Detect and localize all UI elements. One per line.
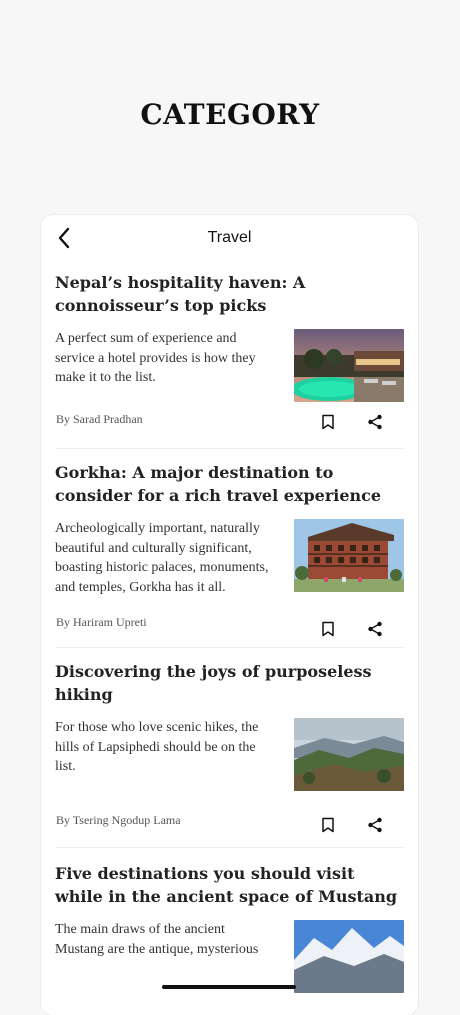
- article-item[interactable]: Five destinations you should visit while…: [55, 848, 404, 993]
- article-title[interactable]: Discovering the joys of purposeless hiki…: [55, 660, 404, 706]
- hills-landscape-photo[interactable]: [294, 718, 404, 791]
- article-author: By Hariram Upreti: [56, 615, 147, 629]
- home-indicator: [162, 985, 296, 989]
- bookmark-icon[interactable]: [321, 817, 335, 833]
- article-item[interactable]: Discovering the joys of purposeless hiki…: [55, 648, 404, 848]
- article-title[interactable]: Gorkha: A major destination to consider …: [55, 461, 404, 507]
- share-icon[interactable]: [367, 414, 383, 430]
- share-icon[interactable]: [367, 817, 383, 833]
- article-item[interactable]: Gorkha: A major destination to consider …: [55, 449, 404, 648]
- page-title: CATEGORY: [140, 98, 320, 131]
- bookmark-icon[interactable]: [321, 414, 335, 430]
- historic-palace-photo[interactable]: [294, 519, 404, 592]
- article-excerpt: The main draws of the ancient Mustang ar…: [55, 922, 259, 957]
- article-title[interactable]: Five destinations you should visit while…: [55, 862, 404, 908]
- article-author: By Sarad Pradhan: [56, 412, 143, 426]
- article-author: By Tsering Ngodup Lama: [56, 813, 181, 827]
- share-icon[interactable]: [367, 621, 383, 637]
- snowy-mountain-photo[interactable]: [294, 920, 404, 993]
- article-excerpt: Archeologically important, naturally bea…: [55, 521, 269, 595]
- card-header: Travel: [41, 215, 418, 261]
- category-title: Travel: [207, 229, 252, 246]
- article-item[interactable]: Nepal’s hospitality haven: A connoisseur…: [55, 261, 404, 449]
- hotel-pool-photo[interactable]: [294, 329, 404, 402]
- article-title[interactable]: Nepal’s hospitality haven: A connoisseur…: [55, 271, 404, 317]
- article-excerpt: A perfect sum of experience and service …: [55, 331, 256, 385]
- bookmark-icon[interactable]: [321, 621, 335, 637]
- article-excerpt: For those who love scenic hikes, the hil…: [55, 720, 259, 774]
- article-list-card: Travel Nepal’s hospitality haven: A conn…: [41, 215, 418, 1015]
